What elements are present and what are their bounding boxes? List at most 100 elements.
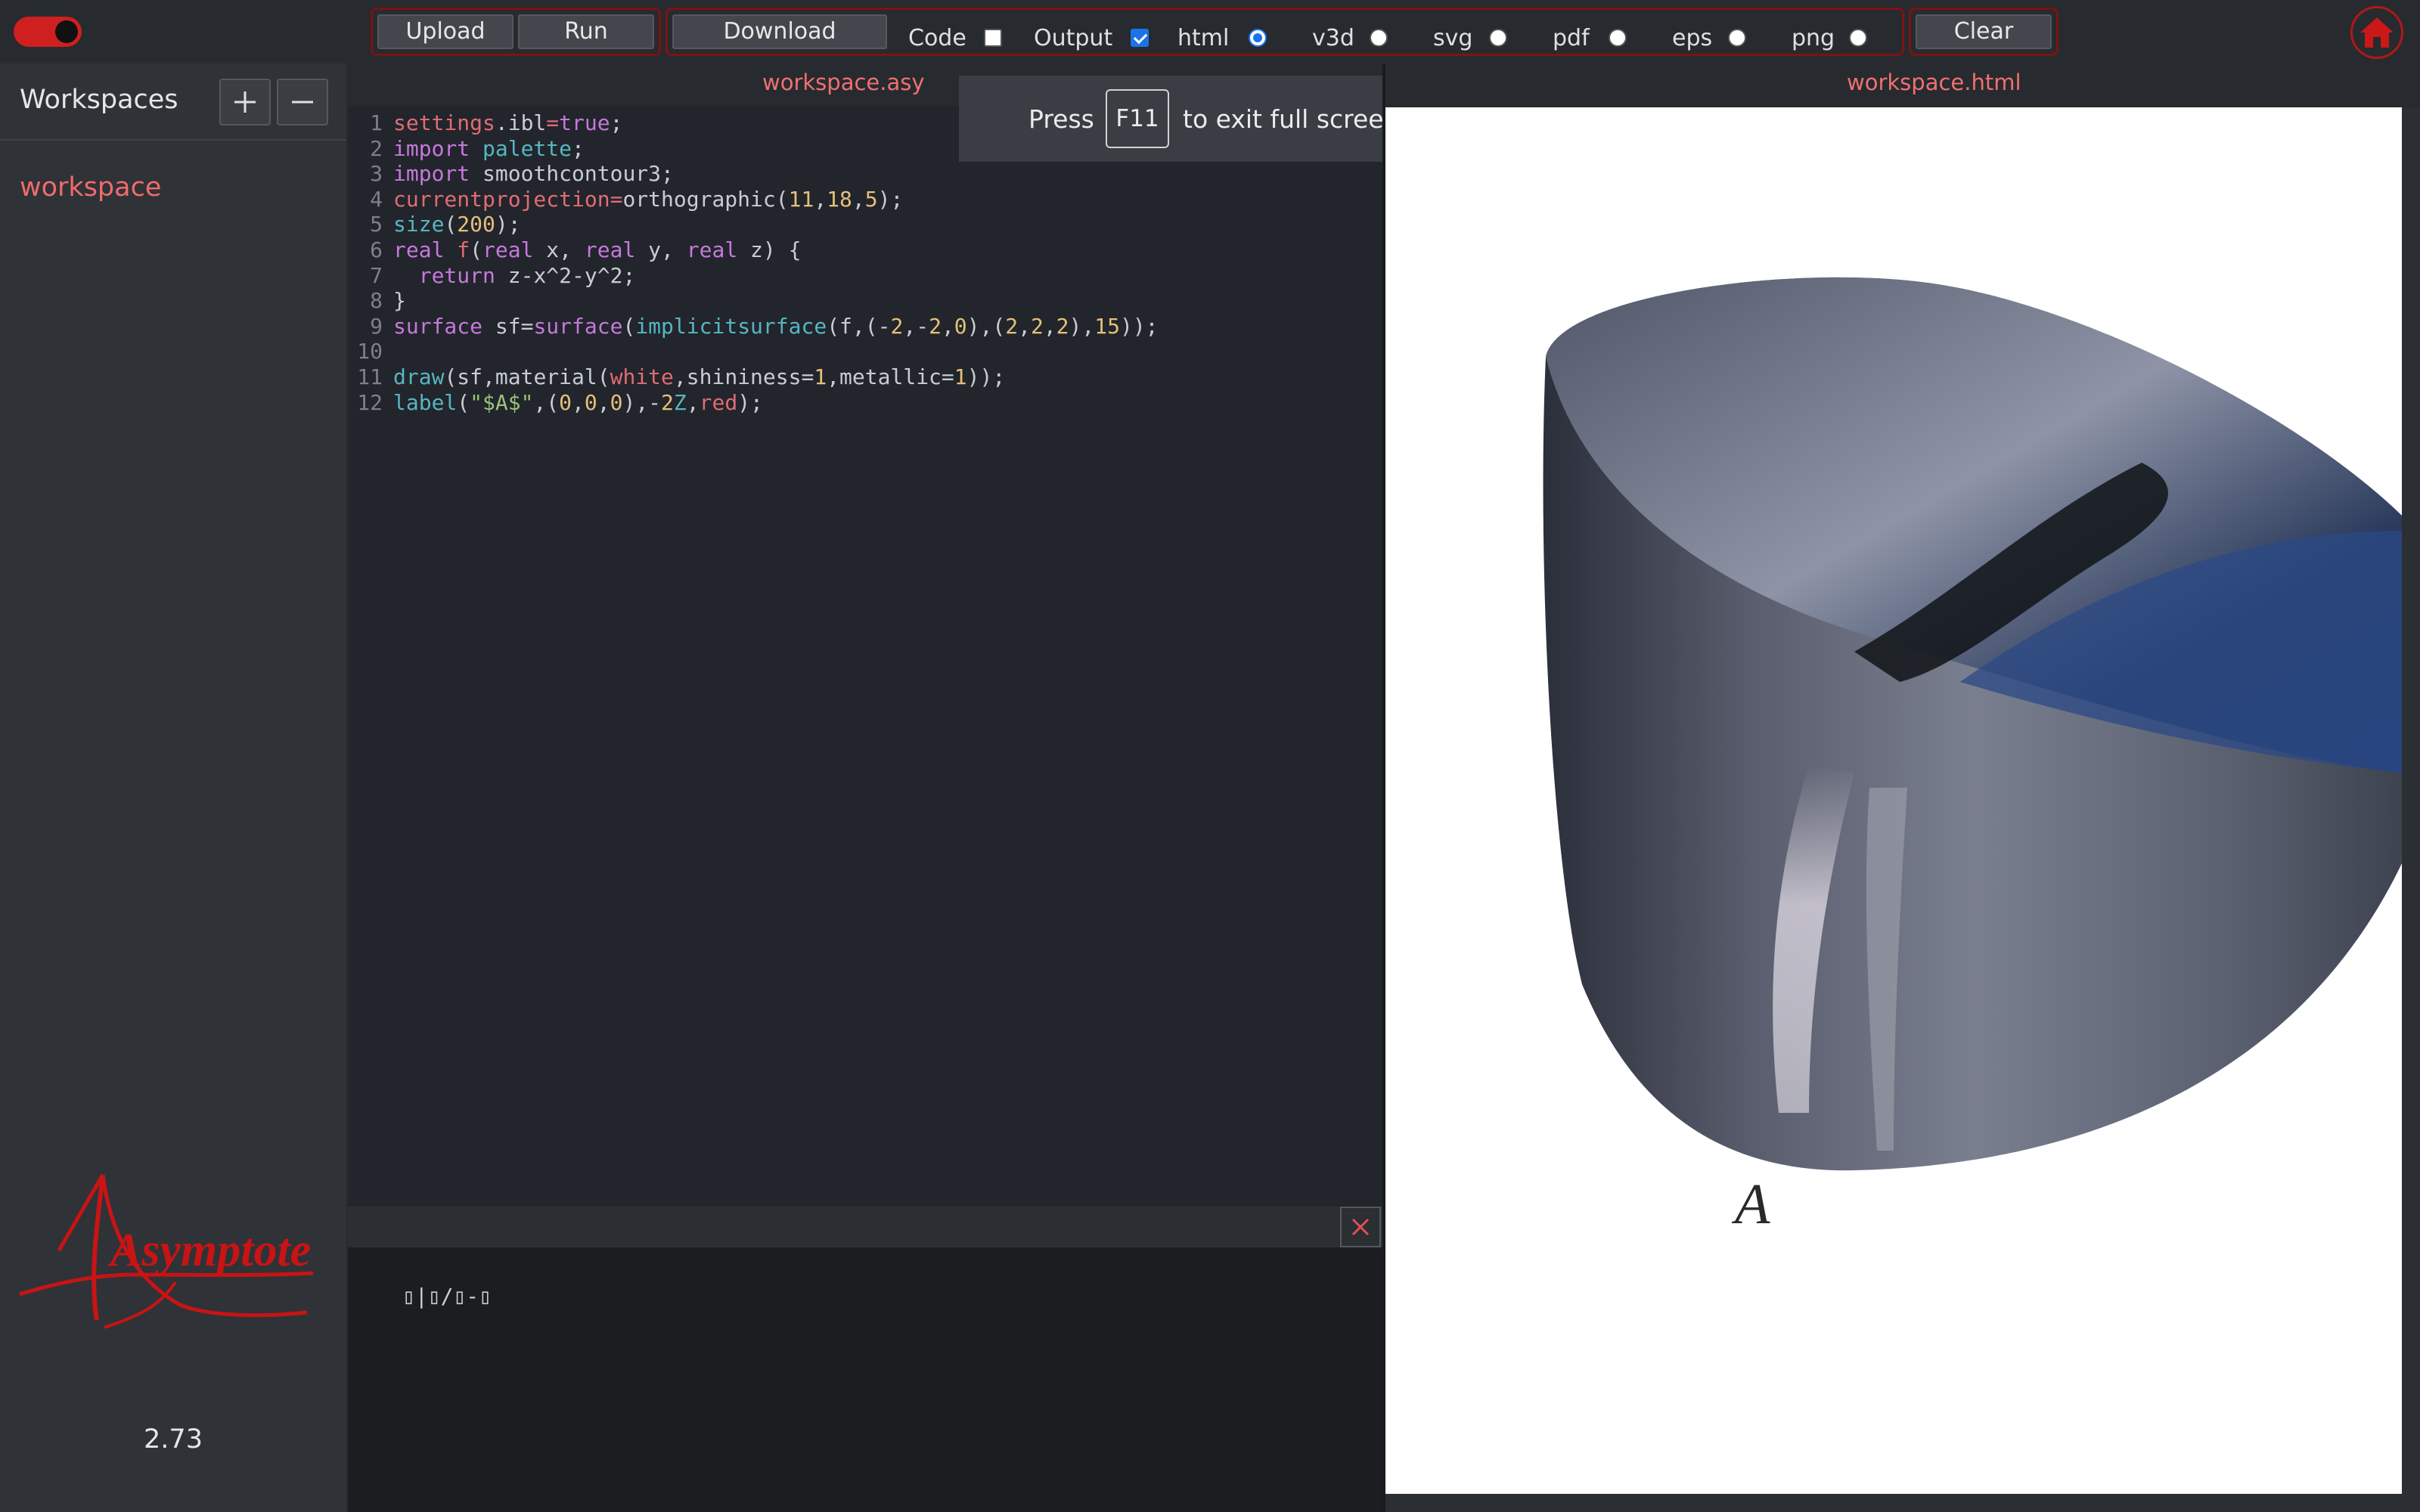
code-token: 0 [559, 389, 572, 415]
preview-file-tab[interactable]: workspace.html [1847, 70, 2021, 95]
code-line: 2 import palette; [348, 136, 585, 162]
line-number: 10 [357, 339, 383, 364]
code-token: Z [673, 389, 687, 415]
code-token: ( [444, 212, 458, 237]
code-editor[interactable]: 1 settings.ibl=true; 2 import palette; 3 impo… [348, 106, 1384, 1207]
code-token: real [584, 237, 636, 262]
code-token: sf= [482, 313, 534, 339]
code-line: 11 draw(sf,material(white,shininess=1,met… [348, 364, 1005, 390]
code-line: 5 size(200); [348, 212, 521, 237]
remove-workspace-button[interactable] [277, 79, 328, 125]
code-line: 10 [348, 339, 393, 364]
output-checkbox[interactable] [1131, 29, 1149, 47]
code-token: true [559, 110, 610, 135]
download-button[interactable]: Download [672, 14, 887, 49]
code-token: ),( [966, 313, 1006, 339]
code-token: 5 [864, 186, 878, 212]
line-number: 2 [370, 135, 383, 161]
code-token: ibl [507, 110, 547, 135]
code-token: ,- [903, 313, 929, 339]
code-token: ),- [622, 389, 662, 415]
code-token: )); [1119, 313, 1159, 339]
code-token: ), [1069, 313, 1095, 339]
code-token: (f,(- [827, 313, 891, 339]
format-label-html: html [1177, 25, 1230, 51]
code-token: 15 [1094, 313, 1120, 339]
format-radio-v3d[interactable] [1370, 29, 1388, 47]
preview-vertical-scrollbar[interactable] [2402, 107, 2420, 1512]
editor-file-tab[interactable]: workspace.asy [762, 70, 925, 95]
code-line: 1 settings.ibl=true; [348, 110, 622, 136]
preview-pane[interactable]: A [1385, 107, 2402, 1494]
code-token: currentprojection [393, 186, 610, 212]
line-number: 5 [370, 212, 383, 237]
line-number: 6 [370, 237, 383, 262]
code-token: 2 [890, 313, 904, 339]
close-icon [1351, 1218, 1370, 1236]
code-line: 4 currentprojection=orthographic(11,18,5)… [348, 187, 903, 212]
code-checkbox[interactable] [984, 29, 1002, 47]
run-button[interactable]: Run [518, 14, 654, 49]
code-token: 0 [610, 389, 623, 415]
logo-text: Asymptote [107, 1225, 311, 1276]
line-number: 9 [370, 313, 383, 339]
code-line: 9 surface sf=surface(implicitsurface(f,(-… [348, 313, 1159, 339]
format-label-eps: eps [1672, 25, 1713, 51]
workspaces-sidebar: Workspaces workspace Asymptote 2.73 [0, 64, 346, 1512]
line-number: 8 [370, 288, 383, 314]
plus-icon [234, 91, 256, 113]
output-label: Output [1034, 25, 1113, 51]
code-token: ); [495, 212, 521, 237]
code-token: , [814, 186, 827, 212]
format-radio-svg[interactable] [1489, 29, 1507, 47]
code-token: = [610, 186, 623, 212]
theme-toggle[interactable] [14, 17, 82, 47]
code-token: ,( [533, 389, 560, 415]
close-output-button[interactable] [1340, 1207, 1381, 1247]
code-line: 3 import smoothcontour3; [348, 161, 674, 187]
code-line: 12 label("$A$",(0,0,0),-2Z,red); [348, 390, 763, 416]
output-text: ▯|▯/▯-▯ [402, 1284, 492, 1309]
code-token: real [393, 237, 445, 262]
minus-icon [292, 101, 313, 104]
code-token: 11 [788, 186, 814, 212]
upload-button[interactable]: Upload [377, 14, 513, 49]
toast-press-text: Press [1028, 104, 1094, 134]
code-token: } [393, 288, 406, 314]
preview-horizontal-scrollbar[interactable] [1385, 1494, 2420, 1512]
format-label-png: png [1792, 25, 1835, 51]
code-line: 7 return z-x^2-y^2; [348, 263, 635, 289]
code-token: ,metallic= [827, 364, 954, 389]
format-radio-pdf[interactable] [1609, 29, 1627, 47]
code-token: settings [393, 110, 495, 135]
code-token: real [482, 237, 534, 262]
code-line: 8} [348, 288, 406, 314]
code-token: , [1043, 313, 1056, 339]
code-token: palette [482, 135, 572, 161]
code-token: 2 [661, 389, 674, 415]
code-token: import [393, 161, 470, 187]
line-number: 1 [370, 110, 383, 135]
code-line: 6 real f(real x, real y, real z) { [348, 237, 801, 263]
format-radio-eps[interactable] [1728, 29, 1746, 47]
code-token: , [572, 389, 585, 415]
code-token: label [393, 389, 458, 415]
format-radio-png[interactable] [1849, 29, 1867, 47]
add-workspace-button[interactable] [219, 79, 271, 125]
code-token: 2 [1005, 313, 1019, 339]
workspace-item[interactable]: workspace [20, 172, 161, 203]
format-label-v3d: v3d [1312, 25, 1354, 51]
home-button[interactable] [2350, 6, 2403, 59]
code-token: ); [877, 186, 904, 212]
code-token: y, [635, 237, 687, 262]
code-token: import [393, 135, 470, 161]
code-token: 18 [827, 186, 852, 212]
code-token: "$A$" [470, 389, 534, 415]
code-token: , [1018, 313, 1031, 339]
format-radio-html[interactable] [1249, 29, 1267, 47]
clear-button[interactable]: Clear [1916, 14, 2052, 49]
toast-key: F11 [1106, 89, 1169, 148]
